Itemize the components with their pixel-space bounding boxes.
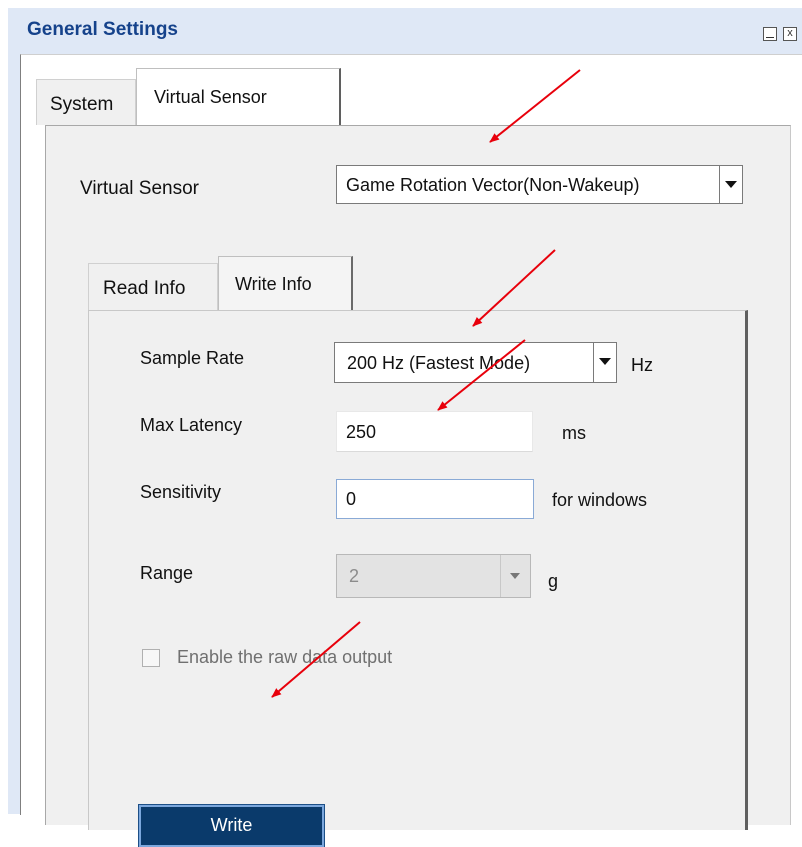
close-icon[interactable]: x (783, 27, 797, 41)
minimize-icon[interactable] (763, 27, 777, 41)
dropdown-arrow-icon (599, 358, 611, 365)
max-latency-label: Max Latency (140, 415, 243, 435)
max-latency-input[interactable]: 250 (336, 411, 533, 452)
dropdown-arrow-icon (725, 181, 737, 188)
raw-output-label: Enable the raw data output (177, 647, 393, 667)
virtual-sensor-select[interactable]: Game Rotation Vector(Non-Wakeup) (336, 165, 743, 204)
range-dropdown-button[interactable] (500, 555, 530, 597)
dropdown-arrow-icon (510, 573, 520, 579)
tab-virtual-sensor-label: Virtual Sensor (154, 87, 267, 107)
panel-titlebar: General Settings x (8, 8, 802, 54)
tab-read-info[interactable]: Read Info (88, 263, 218, 310)
virtual-sensor-page: Virtual Sensor Game Rotation Vector(Non-… (45, 125, 791, 847)
sample-rate-label: Sample Rate (140, 348, 245, 368)
sample-rate-dropdown-button[interactable] (593, 343, 616, 382)
range-value: 2 (349, 566, 360, 586)
sensitivity-unit: for windows (552, 490, 648, 510)
sensitivity-label: Sensitivity (140, 482, 222, 502)
panel-title: General Settings (27, 19, 178, 40)
sample-rate-unit: Hz (631, 355, 653, 375)
sensitivity-input[interactable]: 0 (336, 479, 534, 519)
panel-body: System Virtual Sensor Virtual Sensor Gam… (20, 54, 802, 847)
range-select[interactable]: 2 (336, 554, 531, 598)
tab-system-label: System (50, 94, 114, 115)
range-unit: g (548, 571, 559, 591)
virtual-sensor-label: Virtual Sensor (80, 178, 199, 199)
raw-output-checkbox[interactable] (142, 649, 160, 667)
sample-rate-select[interactable]: 200 Hz (Fastest Mode) (334, 342, 617, 383)
virtual-sensor-dropdown-button[interactable] (719, 166, 742, 203)
general-settings-panel: General Settings x System Virtual Sensor… (8, 8, 802, 847)
range-label: Range (140, 563, 194, 583)
write-info-page: Sample Rate 200 Hz (Fastest Mode) Hz Max… (88, 310, 748, 847)
max-latency-unit: ms (562, 423, 586, 443)
sample-rate-value: 200 Hz (Fastest Mode) (347, 353, 531, 373)
tab-virtual-sensor[interactable]: Virtual Sensor (136, 68, 341, 125)
write-button[interactable]: Write (138, 804, 325, 847)
tab-write-info-label: Write Info (235, 274, 312, 294)
tab-system[interactable]: System (36, 79, 136, 125)
virtual-sensor-value: Game Rotation Vector(Non-Wakeup) (346, 175, 640, 195)
tab-read-info-label: Read Info (103, 278, 186, 299)
tab-write-info[interactable]: Write Info (218, 256, 353, 310)
